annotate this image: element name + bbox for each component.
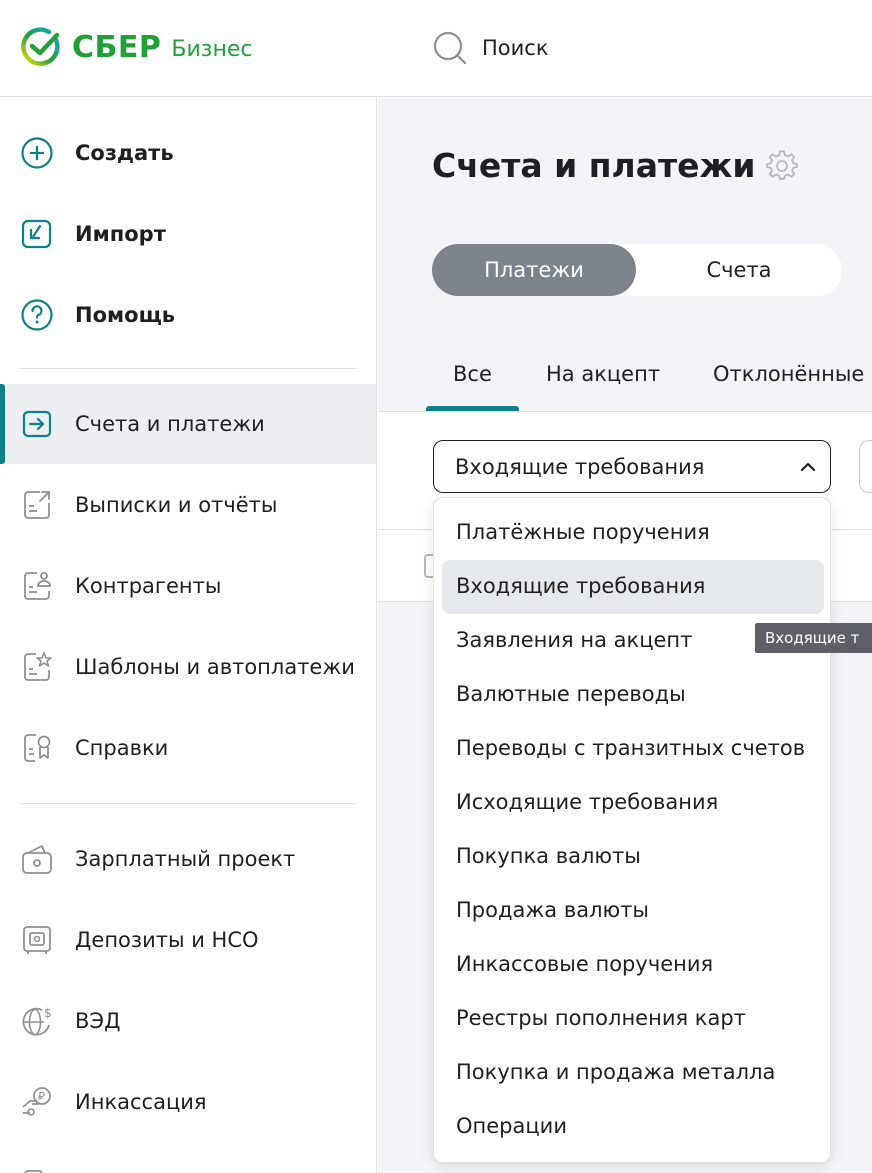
dropdown-item[interactable]: Платёжные поручения xyxy=(442,506,824,560)
sber-logo-icon xyxy=(21,27,60,66)
sidebar-divider xyxy=(20,368,356,369)
dropdown-item[interactable]: Операции xyxy=(442,1100,824,1154)
gear-icon[interactable] xyxy=(765,149,799,183)
sidebar-import[interactable]: Импорт xyxy=(0,194,376,274)
payments-accounts-toggle: Платежи Счета xyxy=(432,244,842,296)
dropdown-item[interactable]: Продажа валюты xyxy=(442,884,824,938)
globe-dollar-icon: $ xyxy=(20,1004,54,1038)
sidebar-item-accounts-payments[interactable]: Счета и платежи xyxy=(0,384,376,464)
dropdown-item[interactable]: Переводы с транзитных счетов xyxy=(442,722,824,776)
status-tabs: Все На акцепт Отклонённые xyxy=(426,348,872,412)
tab-on-accept[interactable]: На акцепт xyxy=(546,362,660,386)
dropdown-item-label: Входящие требования xyxy=(456,574,706,598)
logo-product-text: Бизнес xyxy=(171,36,253,62)
document-icon xyxy=(20,1166,54,1173)
statement-icon xyxy=(20,488,54,522)
document-type-select[interactable]: Входящие требования xyxy=(433,440,831,493)
contractors-icon xyxy=(20,569,54,603)
dropdown-item-label: Реестры пополнения карт xyxy=(456,1006,746,1030)
sidebar-item-deposits[interactable]: Депозиты и НСО xyxy=(0,900,376,980)
sidebar: Создать Импорт Помощь Счета и платежи Вы… xyxy=(0,98,377,1173)
sidebar-item-label: Депозиты и НСО xyxy=(75,928,259,952)
help-icon xyxy=(20,298,54,332)
sidebar-item-label: Шаблоны и автоплатежи xyxy=(75,655,355,679)
segment-payments[interactable]: Платежи xyxy=(432,244,636,296)
tooltip: Входящие т xyxy=(755,623,872,653)
search-icon xyxy=(433,31,467,65)
top-header: СБЕР Бизнес Поиск xyxy=(0,0,872,97)
search-label: Поиск xyxy=(482,36,549,60)
certificate-icon xyxy=(20,731,54,765)
document-type-dropdown: Платёжные поручения Входящие требования … xyxy=(433,497,831,1163)
dropdown-item-label: Продажа валюты xyxy=(456,898,649,922)
search-button[interactable]: Поиск xyxy=(432,30,549,66)
sidebar-item-more[interactable] xyxy=(0,1143,376,1173)
sidebar-item-salary[interactable]: Зарплатный проект xyxy=(0,819,376,899)
segment-accounts[interactable]: Счета xyxy=(636,244,842,296)
page-title: Счета и платежи xyxy=(432,146,799,185)
logo-brand-text: СБЕР xyxy=(72,29,162,65)
sidebar-item-label: Выписки и отчёты xyxy=(75,493,278,517)
dropdown-item[interactable]: Реестры пополнения карт xyxy=(442,992,824,1046)
dropdown-item[interactable]: Покупка валюты xyxy=(442,830,824,884)
sidebar-item-statements[interactable]: Выписки и отчёты xyxy=(0,465,376,545)
sber-business-logo[interactable]: СБЕР Бизнес xyxy=(20,26,252,68)
templates-icon xyxy=(20,650,54,684)
sidebar-item-ved[interactable]: $ ВЭД xyxy=(0,981,376,1061)
sidebar-item-certificates[interactable]: Справки xyxy=(0,708,376,788)
dropdown-item-label: Исходящие требования xyxy=(456,790,719,814)
dropdown-item-label: Инкассовые поручения xyxy=(456,952,714,976)
dropdown-item-selected[interactable]: Входящие требования xyxy=(442,560,824,614)
dropdown-item-label: Платёжные поручения xyxy=(456,520,710,544)
page-title-text: Счета и платежи xyxy=(432,146,756,185)
sidebar-item-label: Справки xyxy=(75,736,169,760)
sidebar-help-label: Помощь xyxy=(75,303,176,327)
hand-ruble-icon: ₽ xyxy=(20,1085,54,1119)
sidebar-item-contractors[interactable]: Контрагенты xyxy=(0,546,376,626)
sidebar-item-label: ВЭД xyxy=(75,1009,121,1033)
sidebar-import-label: Импорт xyxy=(75,222,166,246)
document-type-select-value: Входящие требования xyxy=(455,455,705,479)
tab-all[interactable]: Все xyxy=(453,362,492,386)
tab-rejected[interactable]: Отклонённые xyxy=(713,362,864,386)
import-icon xyxy=(20,217,54,251)
dropdown-item[interactable]: Покупка и продажа металла xyxy=(442,1046,824,1100)
sidebar-divider xyxy=(20,803,356,804)
sidebar-item-label: Счета и платежи xyxy=(75,412,265,436)
dropdown-item-label: Переводы с транзитных счетов xyxy=(456,736,806,760)
sidebar-item-templates[interactable]: Шаблоны и автоплатежи xyxy=(0,627,376,707)
sidebar-item-collection[interactable]: ₽ Инкассация xyxy=(0,1062,376,1142)
sidebar-create-label: Создать xyxy=(75,141,174,165)
sidebar-item-label: Зарплатный проект xyxy=(75,847,296,871)
sidebar-create[interactable]: Создать xyxy=(0,113,376,193)
dropdown-item-label: Покупка и продажа металла xyxy=(456,1060,776,1084)
svg-text:₽: ₽ xyxy=(38,1090,45,1103)
dropdown-item-label: Покупка валюты xyxy=(456,844,641,868)
dropdown-item-label: Операции xyxy=(456,1114,567,1138)
chevron-up-icon xyxy=(800,462,816,472)
svg-text:$: $ xyxy=(44,1006,52,1020)
safe-icon xyxy=(20,923,54,957)
wallet-icon xyxy=(20,842,54,876)
dropdown-item-label: Валютные переводы xyxy=(456,682,686,706)
dropdown-item[interactable]: Валютные переводы xyxy=(442,668,824,722)
dropdown-item[interactable]: Исходящие требования xyxy=(442,776,824,830)
arrow-box-icon xyxy=(20,407,54,441)
plus-circle-icon xyxy=(20,136,54,170)
sidebar-item-label: Инкассация xyxy=(75,1090,207,1114)
sidebar-help[interactable]: Помощь xyxy=(0,275,376,355)
dropdown-item-label: Заявления на акцепт xyxy=(456,628,693,652)
secondary-filter-select[interactable] xyxy=(859,440,872,493)
sidebar-item-label: Контрагенты xyxy=(75,574,222,598)
dropdown-item[interactable]: Инкассовые поручения xyxy=(442,938,824,992)
